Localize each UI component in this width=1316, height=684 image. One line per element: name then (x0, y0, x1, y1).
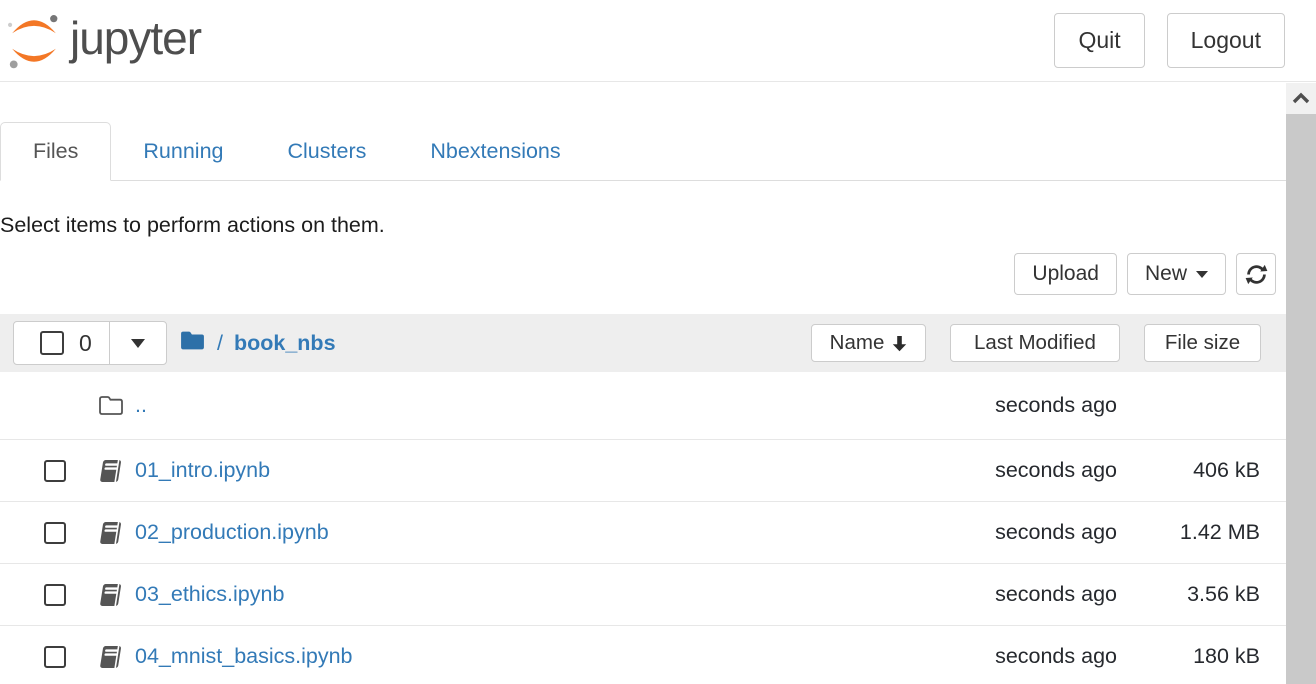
row-checkbox[interactable] (44, 460, 66, 482)
file-list-header: 0 / book_nbs Name Last Modified File siz… (0, 314, 1286, 372)
table-row: 01_intro.ipynb seconds ago 406 kB (0, 440, 1286, 502)
logout-button[interactable]: Logout (1167, 13, 1285, 68)
table-row: 04_mnist_basics.ipynb seconds ago 180 kB (0, 626, 1286, 684)
refresh-button[interactable] (1236, 253, 1276, 295)
notebook-icon (98, 645, 124, 669)
file-list: .. seconds ago 01_intro.ipynb seconds ag… (0, 372, 1286, 684)
file-link[interactable]: .. (135, 393, 147, 417)
last-modified-value: seconds ago (897, 393, 1117, 418)
tab-bar: Files Running Clusters Nbextensions (0, 119, 1286, 181)
last-modified-value: seconds ago (897, 520, 1117, 545)
file-link[interactable]: 01_intro.ipynb (135, 458, 270, 482)
select-items-hint: Select items to perform actions on them. (0, 213, 1286, 238)
notebook-toolbar: Upload New (0, 253, 1276, 295)
selected-count: 0 (79, 330, 92, 357)
jupyter-logo-icon (8, 10, 60, 72)
select-all-toggle[interactable]: 0 (14, 322, 109, 364)
chevron-down-icon (131, 339, 145, 348)
sort-name-label: Name (830, 331, 885, 355)
upload-button[interactable]: Upload (1014, 253, 1117, 295)
folder-icon (179, 329, 206, 352)
tab-running[interactable]: Running (111, 123, 255, 180)
sort-by-modified-button[interactable]: Last Modified (950, 324, 1120, 362)
chevron-up-icon (1292, 92, 1310, 104)
file-size-value: 406 kB (1117, 458, 1286, 483)
session-buttons: Quit Logout (1054, 13, 1285, 68)
logo-wordmark: jupyter (70, 11, 201, 65)
breadcrumb-current-folder[interactable]: book_nbs (234, 331, 336, 356)
scrollbar-up-button[interactable] (1286, 83, 1316, 113)
row-checkbox[interactable] (44, 522, 66, 544)
file-link[interactable]: 02_production.ipynb (135, 520, 329, 544)
file-size-value: 180 kB (1117, 644, 1286, 669)
select-all-checkbox[interactable] (40, 331, 64, 355)
notebook-icon (98, 583, 124, 607)
row-checkbox[interactable] (44, 584, 66, 606)
scrollbar-thumb[interactable] (1286, 114, 1316, 684)
file-link[interactable]: 03_ethics.ipynb (135, 582, 284, 606)
select-filter-dropdown[interactable] (110, 322, 166, 364)
breadcrumb-root-link[interactable] (179, 329, 206, 358)
sort-by-name-button[interactable]: Name (811, 324, 926, 362)
table-row-parent-folder: .. seconds ago (0, 372, 1286, 440)
row-checkbox[interactable] (44, 646, 66, 668)
tab-nbextensions[interactable]: Nbextensions (398, 123, 592, 180)
last-modified-value: seconds ago (897, 458, 1117, 483)
refresh-icon (1245, 263, 1268, 286)
new-dropdown-button[interactable]: New (1127, 253, 1226, 295)
tab-files[interactable]: Files (0, 122, 111, 181)
select-all-group: 0 (13, 321, 167, 365)
tab-clusters[interactable]: Clusters (256, 123, 399, 180)
sort-by-size-button[interactable]: File size (1144, 324, 1261, 362)
breadcrumb: / book_nbs (179, 314, 336, 372)
notebook-icon (98, 459, 124, 483)
file-size-value: 1.42 MB (1117, 520, 1286, 545)
breadcrumb-separator: / (217, 331, 223, 356)
file-size-value: 3.56 kB (1117, 582, 1286, 607)
main-content: Files Running Clusters Nbextensions Sele… (0, 119, 1286, 684)
quit-button[interactable]: Quit (1054, 13, 1144, 68)
folder-outline-icon (98, 394, 124, 417)
chevron-down-icon (1196, 271, 1208, 278)
jupyter-logo[interactable]: jupyter (8, 10, 201, 72)
last-modified-value: seconds ago (897, 582, 1117, 607)
table-row: 02_production.ipynb seconds ago 1.42 MB (0, 502, 1286, 564)
app-header: jupyter Quit Logout (0, 0, 1316, 82)
vertical-scrollbar[interactable] (1286, 83, 1316, 684)
file-link[interactable]: 04_mnist_basics.ipynb (135, 644, 353, 668)
notebook-icon (98, 521, 124, 545)
table-row: 03_ethics.ipynb seconds ago 3.56 kB (0, 564, 1286, 626)
new-dropdown-label: New (1145, 262, 1187, 286)
last-modified-value: seconds ago (897, 644, 1117, 669)
sort-descending-arrow-icon (892, 335, 907, 352)
